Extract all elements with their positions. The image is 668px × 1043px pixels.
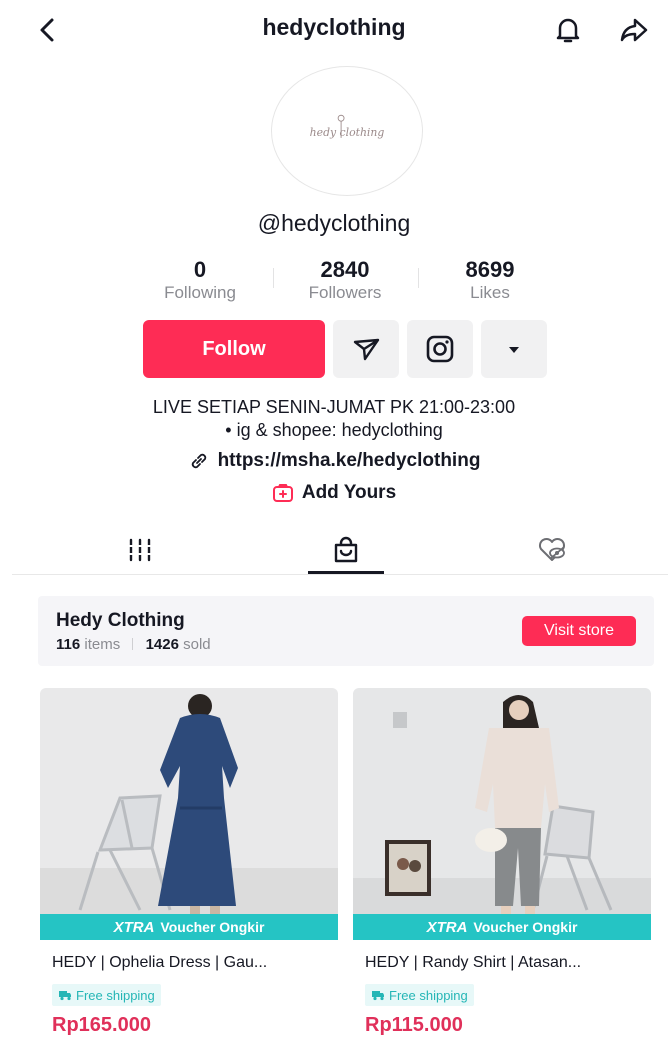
shipping-label: Free shipping bbox=[76, 987, 155, 1003]
voucher-label: Voucher Ongkir bbox=[473, 919, 578, 935]
instagram-button[interactable] bbox=[407, 320, 473, 378]
stat-followers[interactable]: 2840 Followers bbox=[275, 258, 415, 304]
store-name: Hedy Clothing bbox=[56, 610, 185, 631]
bell-icon[interactable] bbox=[550, 12, 586, 48]
product-card[interactable]: XTRA Voucher Ongkir HEDY | Randy Shirt |… bbox=[353, 688, 651, 1043]
profile-actions: Follow bbox=[143, 320, 553, 378]
caret-down-icon bbox=[509, 347, 519, 353]
product-name[interactable]: HEDY | Randy Shirt | Atasan... bbox=[365, 954, 645, 972]
add-yours-label: Add Yours bbox=[301, 482, 397, 503]
message-button[interactable] bbox=[333, 320, 399, 378]
sold-label: sold bbox=[183, 636, 211, 653]
active-tab-indicator bbox=[308, 571, 384, 574]
sold-count: 1426 bbox=[145, 636, 179, 653]
xtra-label: XTRA bbox=[426, 918, 468, 936]
bio-line: • ig & shopee: hedyclothing bbox=[225, 420, 443, 440]
product-price: Rp115.000 bbox=[365, 1014, 463, 1036]
store-stats: 116 items 1426 sold bbox=[56, 636, 211, 653]
avatar[interactable]: hedy clothing bbox=[271, 66, 423, 196]
shipping-label: Free shipping bbox=[389, 987, 468, 1003]
follow-button[interactable]: Follow bbox=[143, 320, 325, 378]
truck-icon bbox=[59, 991, 71, 1001]
store-banner[interactable]: Hedy Clothing 116 items 1426 sold Visit … bbox=[38, 596, 654, 666]
voucher-banner: XTRA Voucher Ongkir bbox=[40, 914, 338, 940]
svg-text:hedy clothing: hedy clothing bbox=[310, 126, 385, 139]
top-bar: hedyclothing bbox=[0, 0, 668, 60]
profile-link[interactable]: https://msha.ke/hedyclothing bbox=[0, 450, 668, 472]
divider bbox=[418, 268, 419, 288]
grid-icon bbox=[127, 538, 153, 562]
stat-label: Likes bbox=[470, 283, 510, 302]
stat-likes[interactable]: 8699 Likes bbox=[420, 258, 560, 304]
instagram-icon bbox=[426, 335, 454, 363]
product-name[interactable]: HEDY | Ophelia Dress | Gau... bbox=[52, 954, 332, 972]
profile-bio: LIVE SETIAP SENIN-JUMAT PK 21:00-23:00 •… bbox=[0, 396, 668, 442]
profile-stats: 0 Following 2840 Followers 8699 Likes bbox=[130, 258, 550, 308]
stat-value: 8699 bbox=[465, 257, 515, 282]
stat-label: Followers bbox=[308, 283, 382, 302]
product-price: Rp165.000 bbox=[52, 1014, 151, 1036]
profile-tabs bbox=[12, 525, 668, 575]
visit-store-button[interactable]: Visit store bbox=[522, 616, 636, 646]
stat-value: 0 bbox=[193, 257, 207, 282]
stat-following[interactable]: 0 Following bbox=[130, 258, 270, 304]
items-count: 116 bbox=[56, 636, 81, 653]
tab-shop[interactable] bbox=[326, 533, 366, 567]
voucher-banner: XTRA Voucher Ongkir bbox=[353, 914, 651, 940]
add-yours-icon bbox=[272, 484, 293, 502]
divider bbox=[132, 638, 134, 650]
items-label: items bbox=[84, 636, 121, 653]
product-image[interactable] bbox=[353, 688, 651, 914]
hedy-clothing-logo: hedy clothing bbox=[310, 114, 385, 139]
voucher-label: Voucher Ongkir bbox=[160, 919, 265, 935]
share-arrow-icon[interactable] bbox=[616, 12, 652, 48]
profile-handle: @hedyclothing bbox=[257, 210, 411, 236]
add-yours-button[interactable]: Add Yours bbox=[0, 482, 668, 504]
product-image[interactable] bbox=[40, 688, 338, 914]
xtra-label: XTRA bbox=[113, 918, 155, 936]
truck-icon bbox=[372, 991, 384, 1001]
free-shipping-badge: Free shipping bbox=[365, 984, 474, 1006]
more-button[interactable] bbox=[481, 320, 547, 378]
bio-line: LIVE SETIAP SENIN-JUMAT PK 21:00-23:00 bbox=[152, 397, 516, 417]
free-shipping-badge: Free shipping bbox=[52, 984, 161, 1006]
link-icon bbox=[191, 453, 206, 469]
link-text: https://msha.ke/hedyclothing bbox=[217, 450, 481, 471]
stat-label: Following bbox=[164, 283, 236, 302]
tab-videos[interactable] bbox=[120, 533, 160, 567]
hidden-heart-icon bbox=[538, 537, 566, 561]
send-message-icon bbox=[353, 338, 380, 361]
product-card[interactable]: XTRA Voucher Ongkir HEDY | Ophelia Dress… bbox=[40, 688, 338, 1043]
shopping-bag-icon bbox=[334, 536, 358, 563]
tab-liked[interactable] bbox=[532, 533, 572, 567]
divider bbox=[273, 268, 274, 288]
stat-value: 2840 bbox=[320, 257, 370, 282]
